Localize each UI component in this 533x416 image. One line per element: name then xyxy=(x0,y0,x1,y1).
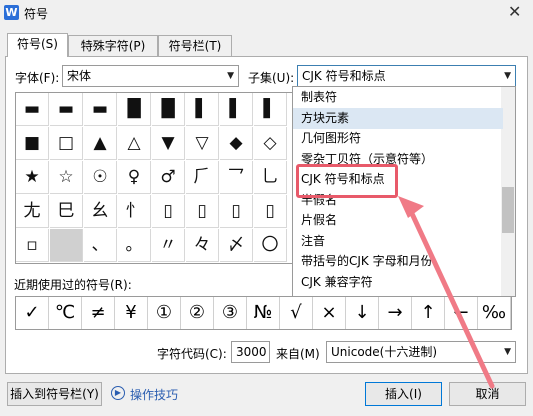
subset-label: 子集(U): xyxy=(248,71,295,85)
chevron-down-icon: ▼ xyxy=(504,347,511,357)
recent-symbol-cell[interactable]: ② xyxy=(181,297,214,329)
font-value: 宋体 xyxy=(67,69,92,83)
symbol-cell[interactable]: ⺓ xyxy=(84,195,117,228)
symbol-cell[interactable]: ▬ xyxy=(16,93,49,126)
symbol-cell[interactable]: ⺖ xyxy=(118,195,151,228)
recent-symbol-cell[interactable]: × xyxy=(313,297,346,329)
recent-symbol-cell[interactable]: ✓ xyxy=(16,297,49,329)
symbol-cell[interactable]: 々 xyxy=(186,229,219,262)
symbol-cell[interactable]: ⺁ xyxy=(186,161,219,194)
symbol-cell[interactable]: ♂ xyxy=(152,161,185,194)
symbol-cell[interactable]: ■ xyxy=(16,127,49,160)
recent-symbol-cell[interactable]: № xyxy=(247,297,280,329)
annotation-highlight-box xyxy=(296,164,398,198)
insert-button[interactable]: 插入(I) xyxy=(365,382,442,406)
recent-symbol-cell[interactable]: ¥ xyxy=(115,297,148,329)
subset-option[interactable]: 制表符 xyxy=(293,87,503,108)
recent-symbol-cell[interactable]: ‰ xyxy=(478,297,511,329)
tips-link[interactable]: 操作技巧 xyxy=(130,386,178,403)
recent-symbol-cell[interactable]: √ xyxy=(280,297,313,329)
recent-symbol-cell[interactable]: ↑ xyxy=(412,297,445,329)
symbol-cell[interactable]: ▯ xyxy=(220,195,253,228)
symbol-cell[interactable]: ▯ xyxy=(254,195,287,228)
window-title: 符号 xyxy=(24,7,49,21)
symbol-cell[interactable]: ▯ xyxy=(186,195,219,228)
symbol-cell[interactable]: ★ xyxy=(16,161,49,194)
symbol-cell[interactable]: █ xyxy=(152,93,185,126)
subset-option[interactable]: 片假名 xyxy=(293,210,503,231)
symbol-cell[interactable] xyxy=(50,229,83,262)
recent-symbols-row[interactable]: ✓ ℃ ≠ ¥ ① ② ③ № √ × ↓ → ↑ ← ‰ xyxy=(15,296,512,330)
encoding-select[interactable]: Unicode(十六进制) ▼ xyxy=(326,341,516,363)
symbol-cell[interactable]: ⺂ xyxy=(220,161,253,194)
app-logo-icon: W xyxy=(4,5,19,20)
tab-special-chars[interactable]: 特殊字符(P) xyxy=(68,35,158,57)
symbol-cell[interactable]: ☉ xyxy=(84,161,117,194)
recent-symbol-cell[interactable]: ≠ xyxy=(82,297,115,329)
symbol-cell[interactable]: ♀ xyxy=(118,161,151,194)
subset-select[interactable]: CJK 符号和标点 ▼ xyxy=(297,65,516,87)
subset-value: CJK 符号和标点 xyxy=(302,69,386,83)
symbol-cell[interactable]: █ xyxy=(118,93,151,126)
cancel-button[interactable]: 取消 xyxy=(449,382,526,406)
char-code-label: 字符代码(C): xyxy=(157,347,227,361)
symbol-cell[interactable]: ◆ xyxy=(220,127,253,160)
symbol-cell[interactable]: ▯ xyxy=(152,195,185,228)
symbol-cell[interactable]: ⺐ xyxy=(16,195,49,228)
symbol-cell[interactable]: ▬ xyxy=(84,93,117,126)
symbol-cell[interactable]: ☆ xyxy=(50,161,83,194)
font-select[interactable]: 宋体 ▼ xyxy=(62,65,239,87)
recent-symbol-cell[interactable]: ← xyxy=(445,297,478,329)
recent-symbol-cell[interactable]: ① xyxy=(148,297,181,329)
subset-option[interactable]: CJK 兼容字符 xyxy=(293,272,503,293)
font-label: 字体(F): xyxy=(15,71,60,85)
symbol-cell[interactable]: ⺒ xyxy=(50,195,83,228)
subset-option[interactable]: 带括号的CJK 字母和月份 xyxy=(293,251,503,272)
encoding-value: Unicode(十六进制) xyxy=(331,345,438,359)
symbol-cell[interactable]: ▲ xyxy=(84,127,117,160)
symbol-cell[interactable]: ▽ xyxy=(186,127,219,160)
symbol-cell[interactable]: ▌ xyxy=(254,93,287,126)
recent-symbol-cell[interactable]: ↓ xyxy=(346,297,379,329)
symbol-cell[interactable]: 、 xyxy=(84,229,117,262)
from-label: 来自(M) xyxy=(276,347,320,361)
insert-to-bar-button[interactable]: 插入到符号栏(Y) xyxy=(7,382,102,406)
chevron-down-icon: ▼ xyxy=(504,71,511,81)
subset-option[interactable]: 几何图形符 xyxy=(293,128,503,149)
subset-option[interactable]: 方块元素 xyxy=(293,107,503,129)
chevron-down-icon: ▼ xyxy=(227,71,234,81)
symbol-cell[interactable]: □ xyxy=(50,127,83,160)
recent-symbol-cell[interactable]: ℃ xyxy=(49,297,82,329)
dropdown-scrollbar[interactable] xyxy=(501,87,515,296)
symbol-cell[interactable]: ◇ xyxy=(254,127,287,160)
symbol-cell[interactable]: ▌ xyxy=(220,93,253,126)
recent-symbol-cell[interactable]: ③ xyxy=(214,297,247,329)
symbol-cell[interactable]: 〇 xyxy=(254,229,287,262)
close-icon[interactable]: ✕ xyxy=(508,2,521,21)
symbol-cell[interactable]: ▬ xyxy=(50,93,83,126)
symbol-cell[interactable]: ▫ xyxy=(16,229,49,262)
char-code-input[interactable]: 3000 xyxy=(231,341,270,363)
symbol-cell[interactable]: ▌ xyxy=(186,93,219,126)
tab-symbol-bar[interactable]: 符号栏(T) xyxy=(158,35,232,57)
title-bar xyxy=(0,0,533,26)
recent-symbols-label: 近期使用过的符号(R): xyxy=(14,278,132,292)
subset-option[interactable]: 注音 xyxy=(293,231,503,252)
scrollbar-thumb[interactable] xyxy=(502,187,514,233)
recent-symbol-cell[interactable]: → xyxy=(379,297,412,329)
symbol-cell[interactable]: 〆 xyxy=(220,229,253,262)
symbol-cell[interactable]: ⺃ xyxy=(254,161,287,194)
play-icon: ▶ xyxy=(111,386,125,400)
symbol-cell[interactable]: △ xyxy=(118,127,151,160)
symbol-cell[interactable]: 。 xyxy=(118,229,151,262)
tab-symbols[interactable]: 符号(S) xyxy=(7,33,68,57)
symbol-cell[interactable]: 〃 xyxy=(152,229,185,262)
symbol-cell[interactable]: ▼ xyxy=(152,127,185,160)
